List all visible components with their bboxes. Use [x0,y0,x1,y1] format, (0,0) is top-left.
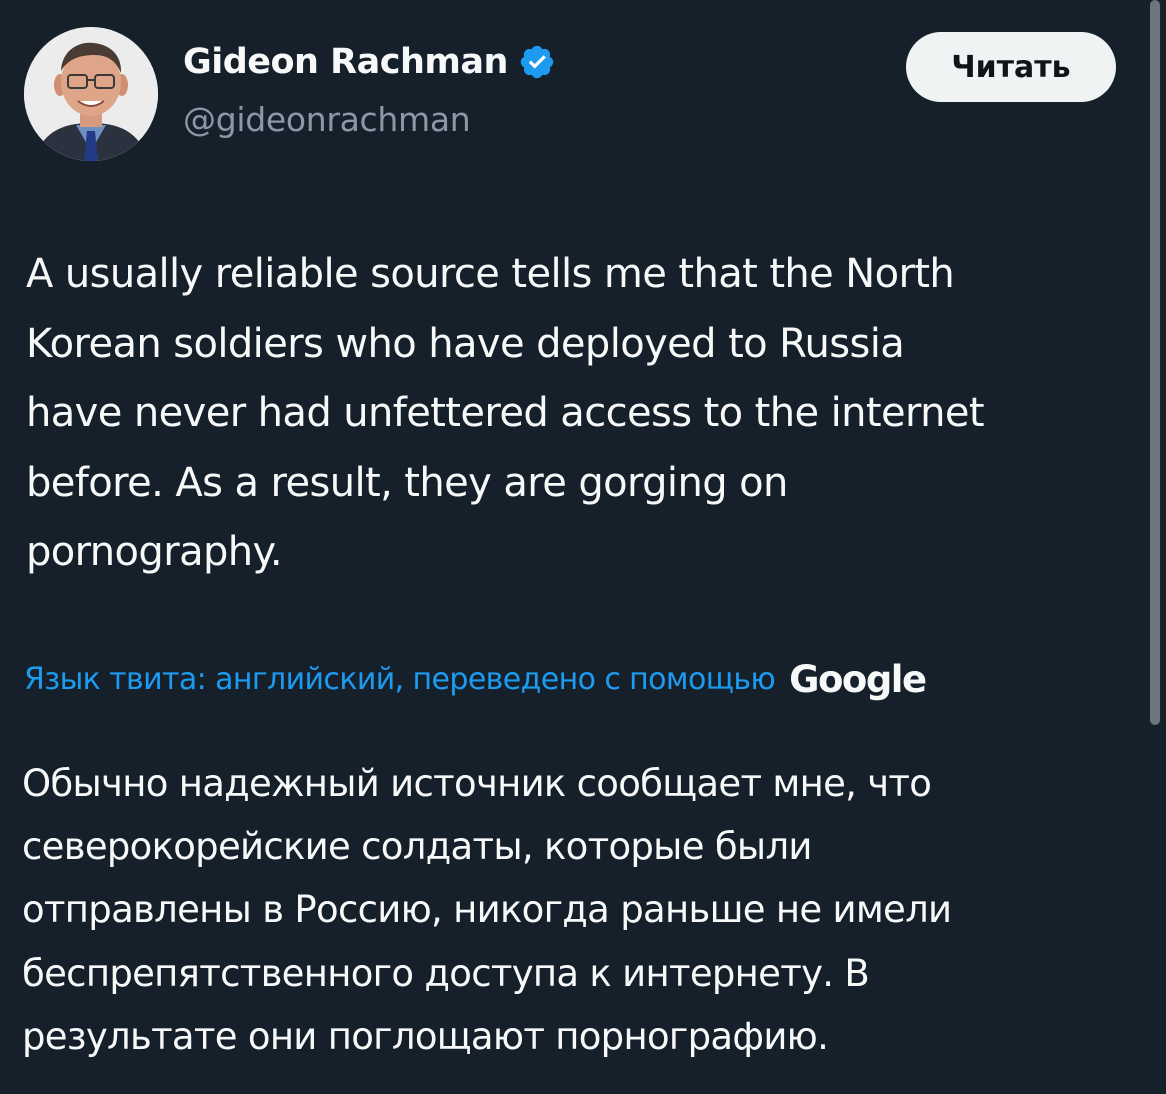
scrollbar[interactable] [1150,0,1160,725]
translation-label[interactable]: Язык твита: английский, переведено с пом… [24,662,776,697]
author-display-name[interactable]: Gideon Rachman [183,42,508,82]
translation-attribution[interactable]: Язык твита: английский, переведено с пом… [24,658,927,701]
follow-button[interactable]: Читать [906,32,1116,102]
author-name-row[interactable]: Gideon Rachman [183,42,556,82]
translated-tweet-text: Обычно надежный источник сообщает мне, ч… [22,762,952,1058]
author-handle[interactable]: @gideonrachman [183,100,471,139]
google-logo: Google [789,658,927,701]
tweet-text: A usually reliable source tells me that … [26,251,985,575]
verified-badge-icon [520,45,554,79]
avatar-photo [24,27,158,161]
author-avatar[interactable] [24,27,158,161]
